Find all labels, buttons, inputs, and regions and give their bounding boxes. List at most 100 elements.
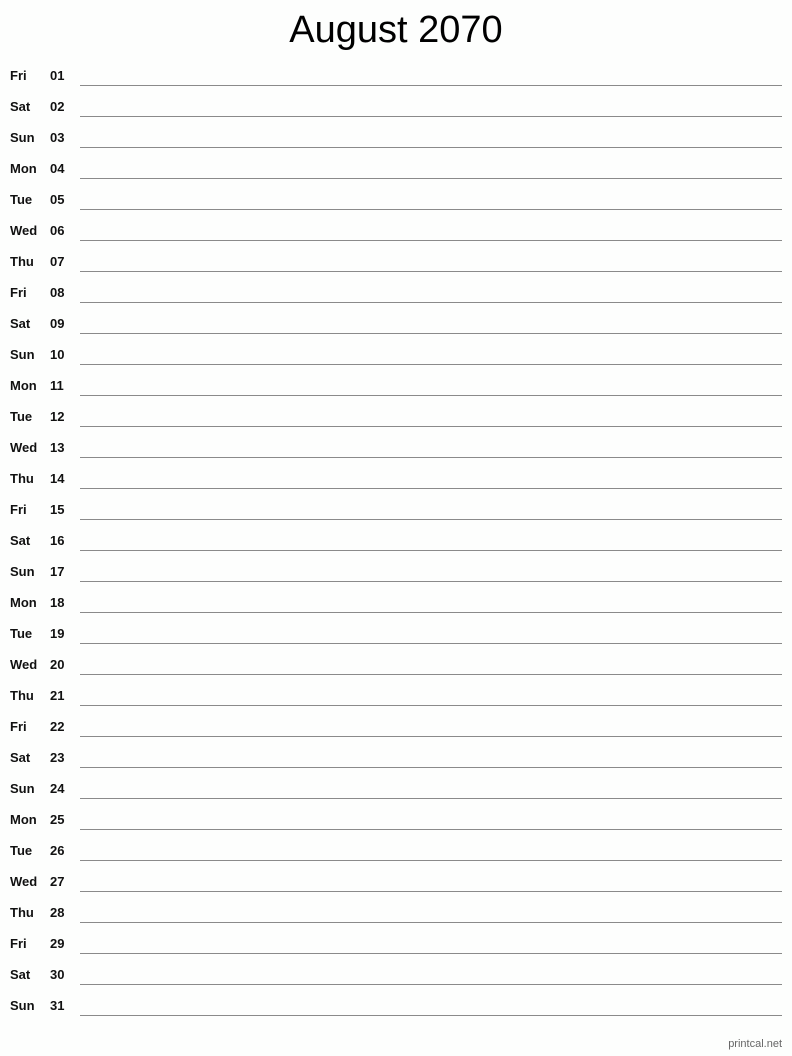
- day-of-week: Sun: [10, 781, 35, 796]
- day-of-week: Wed: [10, 657, 38, 672]
- day-number: 07: [50, 254, 65, 269]
- day-row: Wed 20: [0, 648, 792, 679]
- day-number: 10: [50, 347, 65, 362]
- writing-line: [80, 922, 782, 923]
- day-row: Sun 24: [0, 772, 792, 803]
- day-row: Sat 23: [0, 741, 792, 772]
- day-number: 26: [50, 843, 65, 858]
- writing-line: [80, 426, 782, 427]
- day-of-week: Fri: [10, 285, 27, 300]
- day-row: Sat 16: [0, 524, 792, 555]
- day-number: 02: [50, 99, 65, 114]
- day-of-week: Thu: [10, 471, 34, 486]
- day-row: Thu 28: [0, 896, 792, 927]
- writing-line: [80, 1015, 782, 1016]
- day-of-week: Mon: [10, 161, 37, 176]
- writing-line: [80, 581, 782, 582]
- day-number: 15: [50, 502, 65, 517]
- day-of-week: Sat: [10, 750, 31, 765]
- day-number: 09: [50, 316, 65, 331]
- day-row: Thu 14: [0, 462, 792, 493]
- writing-line: [80, 302, 782, 303]
- day-of-week: Wed: [10, 874, 38, 889]
- day-number: 12: [50, 409, 65, 424]
- writing-line: [80, 488, 782, 489]
- writing-line: [80, 643, 782, 644]
- day-row: Sat 30: [0, 958, 792, 989]
- day-of-week: Sun: [10, 347, 35, 362]
- day-number: 11: [50, 378, 64, 393]
- writing-line: [80, 550, 782, 551]
- day-number: 04: [50, 161, 65, 176]
- day-row: Mon 25: [0, 803, 792, 834]
- day-number: 03: [50, 130, 65, 145]
- day-number: 28: [50, 905, 65, 920]
- day-of-week: Sat: [10, 967, 31, 982]
- writing-line: [80, 178, 782, 179]
- day-number: 23: [50, 750, 65, 765]
- day-of-week: Sat: [10, 316, 31, 331]
- day-row: Fri 29: [0, 927, 792, 958]
- writing-line: [80, 85, 782, 86]
- day-number: 29: [50, 936, 65, 951]
- day-row: Fri 08: [0, 276, 792, 307]
- writing-line: [80, 240, 782, 241]
- writing-line: [80, 829, 782, 830]
- day-row: Mon 18: [0, 586, 792, 617]
- writing-line: [80, 612, 782, 613]
- day-row: Fri 15: [0, 493, 792, 524]
- day-of-week: Fri: [10, 502, 27, 517]
- writing-line: [80, 767, 782, 768]
- day-row: Fri 01: [0, 59, 792, 90]
- day-number: 13: [50, 440, 65, 455]
- day-row: Tue 12: [0, 400, 792, 431]
- writing-line: [80, 147, 782, 148]
- day-of-week: Fri: [10, 936, 27, 951]
- day-row: Wed 06: [0, 214, 792, 245]
- day-of-week: Sun: [10, 564, 35, 579]
- day-of-week: Mon: [10, 378, 37, 393]
- writing-line: [80, 798, 782, 799]
- day-number: 21: [50, 688, 65, 703]
- day-of-week: Wed: [10, 223, 38, 238]
- day-number: 27: [50, 874, 65, 889]
- day-of-week: Thu: [10, 905, 34, 920]
- writing-line: [80, 395, 782, 396]
- writing-line: [80, 209, 782, 210]
- day-row: Wed 13: [0, 431, 792, 462]
- day-number: 20: [50, 657, 65, 672]
- day-number: 18: [50, 595, 65, 610]
- day-row: Mon 11: [0, 369, 792, 400]
- footer-credit: printcal.net: [728, 1038, 782, 1050]
- day-of-week: Tue: [10, 626, 33, 641]
- day-row: Sat 02: [0, 90, 792, 121]
- day-of-week: Sat: [10, 99, 31, 114]
- day-number: 30: [50, 967, 65, 982]
- day-number: 05: [50, 192, 65, 207]
- day-row: Tue 19: [0, 617, 792, 648]
- day-row: Tue 26: [0, 834, 792, 865]
- day-row: Thu 21: [0, 679, 792, 710]
- writing-line: [80, 333, 782, 334]
- page-title: August 2070: [289, 9, 503, 51]
- day-of-week: Tue: [10, 843, 33, 858]
- day-row: Sun 03: [0, 121, 792, 152]
- day-number: 17: [50, 564, 65, 579]
- day-row: Sun 17: [0, 555, 792, 586]
- day-row: Mon 04: [0, 152, 792, 183]
- writing-line: [80, 116, 782, 117]
- day-of-week: Fri: [10, 68, 27, 83]
- day-row: Sun 31: [0, 989, 792, 1020]
- writing-line: [80, 705, 782, 706]
- writing-line: [80, 457, 782, 458]
- day-of-week: Sun: [10, 998, 35, 1013]
- day-row: Sun 10: [0, 338, 792, 369]
- writing-line: [80, 519, 782, 520]
- writing-line: [80, 860, 782, 861]
- day-of-week: Fri: [10, 719, 27, 734]
- day-number: 14: [50, 471, 65, 486]
- day-of-week: Sun: [10, 130, 35, 145]
- day-of-week: Wed: [10, 440, 38, 455]
- writing-line: [80, 736, 782, 737]
- day-of-week: Thu: [10, 254, 34, 269]
